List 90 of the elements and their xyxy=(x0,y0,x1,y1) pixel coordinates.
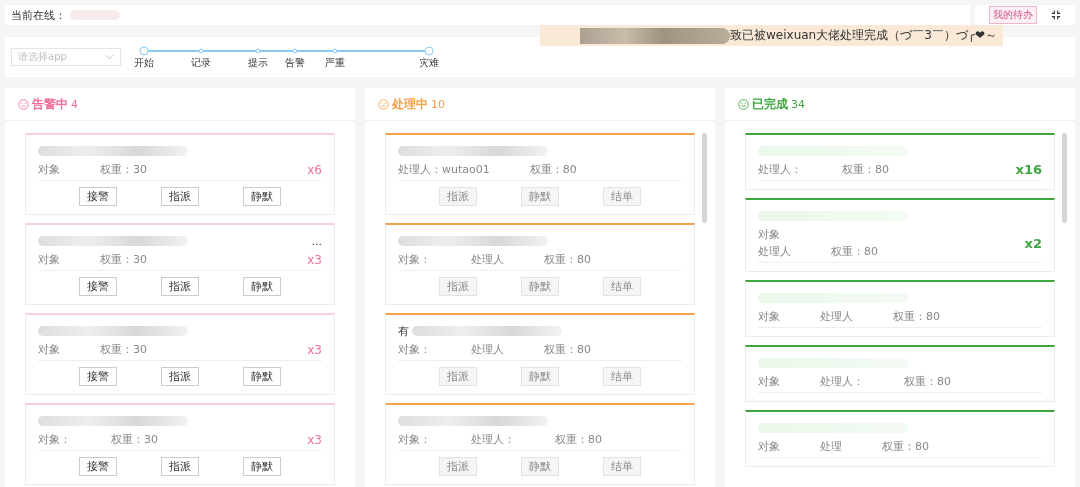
action-button[interactable]: 接警 xyxy=(79,457,117,476)
card-field: 权重：80 xyxy=(529,162,577,177)
card-field: 处理人： xyxy=(820,374,864,389)
card-field: 对象 xyxy=(758,374,780,389)
card-field: 对象 xyxy=(38,252,60,267)
card-field: 权重：30 xyxy=(111,432,158,447)
action-button[interactable]: 静默 xyxy=(243,277,281,296)
occurrence-count: x6 xyxy=(307,162,322,177)
alert-card[interactable]: 对象 处理人 权重：80 x2 xyxy=(745,198,1055,272)
alert-card[interactable]: 对象： 权重：30 x3 接警 指派 静默 xyxy=(25,403,335,485)
card-field: 处理人： xyxy=(758,162,802,177)
face-icon xyxy=(378,98,389,110)
action-button[interactable]: 静默 xyxy=(243,187,281,206)
panel-title: 告警中 xyxy=(32,95,68,113)
alert-card[interactable]: ... 对象 权重：30 x3 接警 指派 静默 xyxy=(25,223,335,305)
card-field: 对象： xyxy=(398,252,431,267)
notice-text: 致已被weixuan大佬处理完成（づ￣3￣）づ╭❤～ xyxy=(730,27,998,44)
card-field: 对象 xyxy=(758,309,780,324)
level-point[interactable] xyxy=(198,48,204,54)
level-point[interactable] xyxy=(424,46,434,56)
card-field: 对象： xyxy=(398,432,431,447)
scrollbar[interactable] xyxy=(1062,133,1067,223)
card-field: 处理人 xyxy=(758,244,791,259)
online-label: 当前在线： xyxy=(11,7,66,23)
panel-title: 处理中 xyxy=(392,95,428,113)
card-title: 有 xyxy=(398,323,409,339)
card-field: 对象 xyxy=(38,342,60,357)
chevron-down-icon xyxy=(105,54,114,60)
action-button[interactable]: 指派 xyxy=(161,367,199,386)
panel-count: 4 xyxy=(71,97,78,111)
alert-card[interactable]: 处理人： 权重：80 x16 xyxy=(745,133,1055,190)
action-button[interactable]: 接警 xyxy=(79,277,117,296)
card-field: 权重：80 xyxy=(893,309,940,324)
face-icon xyxy=(18,98,29,110)
card-field: 对象 xyxy=(758,439,780,454)
panel-title: 已完成 xyxy=(752,95,788,113)
action-button[interactable]: 指派 xyxy=(161,187,199,206)
action-button[interactable]: 接警 xyxy=(79,367,117,386)
panel-count: 34 xyxy=(791,97,805,111)
card-field: 权重：30 xyxy=(100,252,147,267)
card-field: 对象 xyxy=(38,162,60,177)
todo-tag[interactable]: 我的待办 xyxy=(989,6,1037,24)
alert-card[interactable]: 对象 权重：30 x6 接警 指派 静默 xyxy=(25,133,335,215)
action-button[interactable]: 指派 xyxy=(161,457,199,476)
card-field: 处理人：wutao01 xyxy=(398,162,490,177)
occurrence-count: x2 xyxy=(1024,235,1042,251)
fullscreen-exit-icon[interactable] xyxy=(1051,10,1061,20)
card-field: 处理 xyxy=(820,439,842,454)
occurrence-count: x3 xyxy=(307,252,322,267)
action-button[interactable]: 静默 xyxy=(243,457,281,476)
action-button[interactable]: 静默 xyxy=(243,367,281,386)
card-field: 处理人： xyxy=(471,432,515,447)
level-label: 提示 xyxy=(248,56,268,70)
card-field: 权重：30 xyxy=(100,162,147,177)
card-field: 对象： xyxy=(398,342,431,357)
card-field: 权重：80 xyxy=(555,432,602,447)
card-field: 处理人 xyxy=(471,342,504,357)
level-point[interactable] xyxy=(292,48,298,54)
action-button[interactable]: 指派 xyxy=(161,277,199,296)
card-field: 处理人 xyxy=(471,252,504,267)
level-label: 告警 xyxy=(285,56,306,70)
alert-card[interactable]: 对象 权重：30 x3 接警 指派 静默 xyxy=(25,313,335,395)
level-label: 严重 xyxy=(324,56,345,70)
level-point[interactable] xyxy=(139,46,149,56)
occurrence-count: x3 xyxy=(307,342,322,357)
scrollbar[interactable] xyxy=(702,133,707,223)
card-field: 权重：80 xyxy=(544,252,591,267)
alert-card[interactable]: 对象 处理人： 权重：80 xyxy=(745,345,1055,402)
occurrence-count: x16 xyxy=(1015,162,1042,177)
level-label: 灾难 xyxy=(419,56,439,70)
alert-card[interactable]: 对象 处理人 权重：80 xyxy=(745,280,1055,337)
level-point[interactable] xyxy=(332,48,338,54)
face-icon xyxy=(738,98,749,110)
card-field: 权重：80 xyxy=(831,244,878,259)
occurrence-count: x3 xyxy=(307,432,322,447)
card-field: 权重：80 xyxy=(544,342,591,357)
card-field: 权重：30 xyxy=(100,342,147,357)
card-field: 处理人 xyxy=(820,309,853,324)
card-field: 权重：80 xyxy=(904,374,951,389)
level-label: 开始 xyxy=(134,56,154,70)
card-field: 对象 xyxy=(758,227,780,242)
ellipsis: ... xyxy=(311,234,322,248)
card-field: 权重：80 xyxy=(882,439,929,454)
level-label: 记录 xyxy=(191,56,211,70)
action-button[interactable]: 接警 xyxy=(79,187,117,206)
card-field: 对象： xyxy=(38,432,71,447)
panel-count: 10 xyxy=(431,97,445,111)
level-point[interactable] xyxy=(255,48,261,54)
card-field: 权重：80 xyxy=(842,162,889,177)
alert-card[interactable]: 对象 处理 权重：80 xyxy=(745,410,1055,467)
